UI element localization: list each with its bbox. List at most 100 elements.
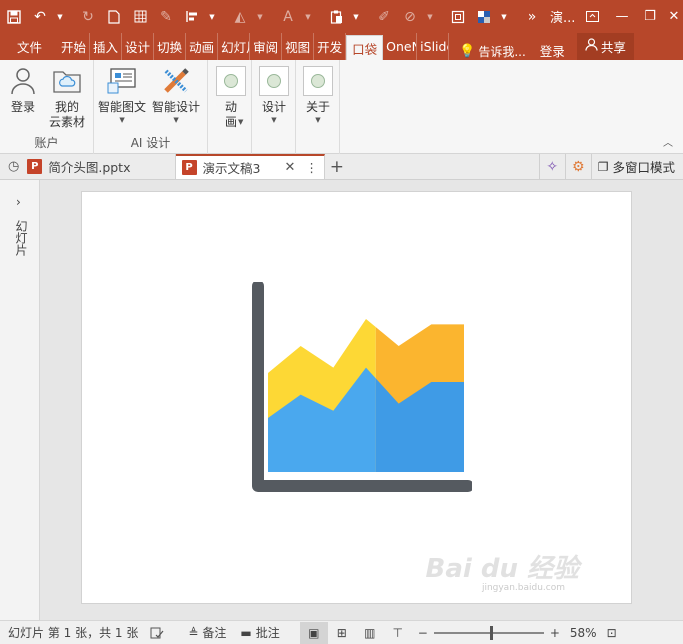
notes-label: 备注 — [202, 626, 227, 640]
slide-canvas[interactable]: Bai du 经验 jingyan.baidu.com — [81, 191, 632, 604]
smart-graphic-label: 智能图文 — [98, 100, 147, 114]
smart-design-button[interactable]: 智能设计 ▼ — [152, 64, 200, 125]
doc-tab-presentation3-label: 演示文稿3 — [202, 161, 261, 176]
ribbon-tabs: 文件 开始 插入 设计 切换 动画 幻灯片放映 审阅 视图 开发 口袋 OneN… — [0, 33, 683, 60]
animation-dropdown-icon[interactable]: ▼ — [238, 117, 243, 127]
share-button[interactable]: 共享 — [576, 33, 634, 60]
redo-icon[interactable]: ↻ — [76, 5, 100, 29]
slide-counter: 幻灯片 第 1 张，共 1 张 — [8, 626, 139, 640]
account-group-label: 账户 — [34, 136, 59, 150]
tell-me-box[interactable]: 💡 告诉我... — [459, 43, 526, 60]
login-link[interactable]: 登录 — [540, 41, 565, 60]
undo-dropdown-icon[interactable]: ▼ — [48, 5, 72, 29]
smart-design-dropdown-icon[interactable]: ▼ — [173, 115, 178, 125]
person-icon — [6, 64, 40, 98]
login-label: 登录 — [10, 100, 35, 114]
notes-icon: ≜ — [188, 625, 199, 640]
font-dropdown-icon[interactable]: ▼ — [296, 5, 320, 29]
smart-graphic-dropdown-icon[interactable]: ▼ — [119, 115, 124, 125]
fill-dropdown-icon[interactable]: ▼ — [248, 5, 272, 29]
design-icon — [259, 66, 289, 96]
ribbon-body: 登录 我的 云素材 账户 智能图文 ▼ 智能设计 ▼ AI 设计 动 画 ▼ 设… — [0, 60, 683, 154]
area-chart[interactable] — [242, 282, 472, 512]
expand-pane-icon[interactable]: › — [16, 195, 21, 209]
slideshow-view-icon[interactable]: ⊤ — [384, 622, 412, 644]
theme-dropdown-icon[interactable]: ▼ — [492, 5, 516, 29]
tab-developer[interactable]: 开发 — [314, 33, 347, 60]
doc-tab-intro[interactable]: ◷ P 简介头图.pptx — [0, 154, 176, 179]
baidu-watermark-url: jingyan.baidu.com — [481, 583, 565, 593]
tab-design[interactable]: 设计 — [122, 33, 155, 60]
tab-review[interactable]: 审阅 — [250, 33, 283, 60]
tab-view[interactable]: 视图 — [282, 33, 315, 60]
shape-dropdown-icon[interactable]: ▼ — [418, 5, 442, 29]
spellcheck-icon[interactable] — [150, 627, 164, 639]
about-button[interactable]: 关于 ▼ — [301, 64, 335, 125]
eyedropper-icon[interactable]: ✎ — [154, 5, 178, 29]
align-dropdown-icon[interactable]: ▼ — [200, 5, 224, 29]
about-dropdown-icon[interactable]: ▼ — [315, 115, 320, 125]
ai-design-group-label: AI 设计 — [130, 136, 171, 150]
more-commands-icon[interactable]: » — [520, 5, 544, 29]
tab-insert[interactable]: 插入 — [90, 33, 123, 60]
zoom-percent[interactable]: 58% — [570, 626, 597, 640]
normal-view-icon[interactable]: ▣ — [299, 621, 328, 644]
notes-button[interactable]: ≜ 备注 — [188, 624, 226, 641]
login-button[interactable]: 登录 — [6, 64, 40, 115]
tab-islide[interactable]: iSlide — [417, 33, 450, 60]
multi-window-button[interactable]: ❐ 多窗口模式 — [590, 154, 683, 179]
magic-icon[interactable]: ✧ — [538, 154, 565, 179]
zoom-out-icon[interactable]: − — [418, 626, 428, 640]
about-icon — [303, 66, 333, 96]
doc-tab-presentation3[interactable]: P 演示文稿3 ✕ ⋮ — [175, 154, 325, 179]
smart-design-label: 智能设计 — [152, 100, 201, 114]
close-tab-icon[interactable]: ✕ — [284, 160, 295, 175]
smart-graphic-button[interactable]: 智能图文 ▼ — [98, 64, 146, 125]
tab-more-icon[interactable]: ⋮ — [305, 160, 318, 175]
reading-view-icon[interactable]: ▥ — [356, 622, 384, 644]
account-group: 登录 我的 云素材 账户 — [0, 60, 94, 154]
comments-button[interactable]: ▬ 批注 — [240, 624, 279, 641]
tab-file[interactable]: 文件 — [0, 33, 58, 60]
tab-home[interactable]: 开始 — [58, 33, 91, 60]
multi-window-label: 多窗口模式 — [612, 160, 675, 175]
close-icon[interactable]: ✕ — [660, 4, 683, 28]
status-bar: 幻灯片 第 1 张，共 1 张 ≜ 备注 ▬ 批注 ▣ ⊞ ▥ ⊤ − + 58… — [0, 620, 683, 644]
lightbulb-icon: 💡 — [459, 44, 476, 59]
tab-transitions[interactable]: 切换 — [154, 33, 187, 60]
format-painter-icon[interactable]: ✐ — [372, 5, 396, 29]
fit-slide-icon[interactable]: ⊡ — [607, 626, 617, 640]
screenshot-icon[interactable] — [446, 5, 470, 29]
animation-label: 动 画 — [224, 100, 237, 129]
tell-me-text: 告诉我... — [478, 45, 526, 59]
zoom-in-icon[interactable]: + — [550, 626, 560, 640]
cloud-material-button[interactable]: 我的 云素材 — [49, 64, 85, 130]
animation-icon — [216, 66, 246, 96]
design-group: 设计 ▼ — [252, 60, 296, 154]
ai-design-group: 智能图文 ▼ 智能设计 ▼ AI 设计 — [94, 60, 208, 154]
pencil-ruler-icon — [159, 64, 193, 98]
ribbon-display-icon[interactable] — [578, 4, 606, 28]
new-tab-icon[interactable]: + — [325, 154, 349, 179]
tab-slideshow[interactable]: 幻灯片放映 — [218, 33, 251, 60]
settings-gear-icon[interactable]: ⚙ — [564, 154, 591, 179]
zoom-slider[interactable] — [433, 625, 544, 640]
tab-onenote[interactable]: OneNote — [383, 33, 418, 60]
table-icon[interactable] — [128, 5, 152, 29]
design-button[interactable]: 设计 ▼ — [257, 64, 291, 125]
zoom-slider-thumb[interactable] — [489, 625, 493, 640]
new-file-icon[interactable] — [102, 5, 126, 29]
thumbnail-pane: › 幻灯片 — [0, 180, 40, 620]
share-label: 共享 — [600, 40, 626, 55]
collapse-ribbon-icon[interactable]: ︿ — [663, 134, 673, 149]
minimize-icon[interactable]: — — [608, 4, 636, 28]
comment-icon: ▬ — [240, 625, 252, 640]
design-label: 设计 — [261, 100, 286, 114]
paste-dropdown-icon[interactable]: ▼ — [344, 5, 368, 29]
ppt-file-icon: P — [27, 159, 43, 174]
tab-animations[interactable]: 动画 — [186, 33, 219, 60]
slide-sorter-icon[interactable]: ⊞ — [328, 622, 356, 644]
tab-pocket[interactable]: 口袋 — [346, 35, 384, 60]
design-dropdown-icon[interactable]: ▼ — [271, 115, 276, 125]
save-icon[interactable] — [2, 5, 26, 29]
